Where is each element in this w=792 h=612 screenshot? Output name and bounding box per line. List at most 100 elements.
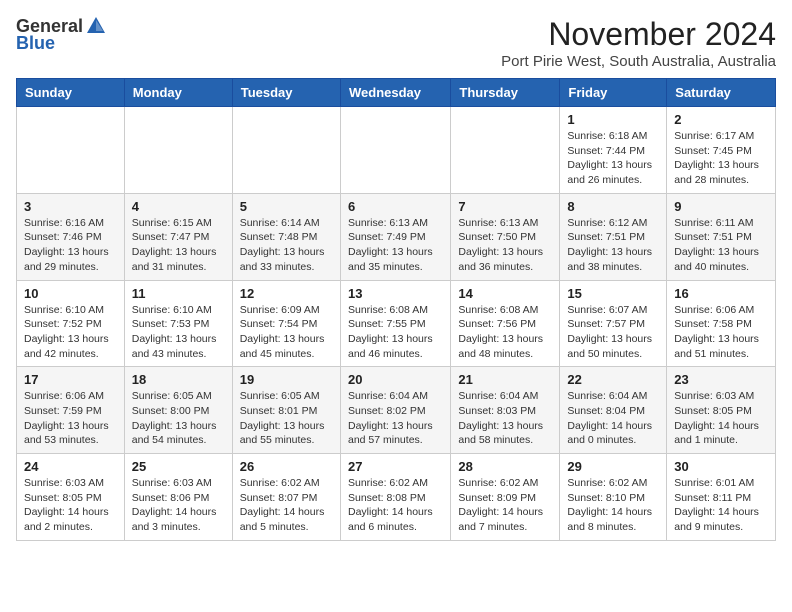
calendar-cell: 6Sunrise: 6:13 AM Sunset: 7:49 PM Daylig… [340,193,450,280]
calendar-cell: 15Sunrise: 6:07 AM Sunset: 7:57 PM Dayli… [560,280,667,367]
day-info: Sunrise: 6:18 AM Sunset: 7:44 PM Dayligh… [567,129,659,188]
calendar-cell: 28Sunrise: 6:02 AM Sunset: 8:09 PM Dayli… [451,454,560,541]
calendar-week-row: 24 Sunrise: 6:03 AM Sunset: 8:05 PM Dayli… [17,454,776,541]
calendar-cell [17,107,125,194]
day-info: Sunrise: 6:11 AM Sunset: 7:51 PM Dayligh… [674,216,768,275]
logo-icon [85,15,107,37]
day-info: Sunrise: 6:09 AM Sunset: 7:54 PM Dayligh… [240,303,333,362]
calendar-cell: 2 Sunrise: 6:17 AM Sunset: 7:45 PM Daylig… [667,107,776,194]
day-number: 4 [132,199,225,214]
weekday-header-wednesday: Wednesday [340,79,450,107]
day-number: 5 [240,199,333,214]
calendar-cell: 23 Sunrise: 6:03 AM Sunset: 8:05 PM Dayli… [667,367,776,454]
calendar-cell: 16 Sunrise: 6:06 AM Sunset: 7:58 PM Dayli… [667,280,776,367]
day-number: 26 [240,459,333,474]
day-number: 8 [567,199,659,214]
day-info: Sunrise: 6:17 AM Sunset: 7:45 PM Dayligh… [674,129,768,188]
weekday-header-row: SundayMondayTuesdayWednesdayThursdayFrid… [17,79,776,107]
day-number: 19 [240,372,333,387]
day-info: Sunrise: 6:14 AM Sunset: 7:48 PM Dayligh… [240,216,333,275]
day-info: Sunrise: 6:13 AM Sunset: 7:50 PM Dayligh… [458,216,552,275]
calendar-table: SundayMondayTuesdayWednesdayThursdayFrid… [16,78,776,541]
calendar-cell: 5 Sunrise: 6:14 AM Sunset: 7:48 PM Daylig… [232,193,340,280]
day-info: Sunrise: 6:03 AM Sunset: 8:06 PM Dayligh… [132,476,225,535]
calendar-cell [451,107,560,194]
calendar-cell: 24 Sunrise: 6:03 AM Sunset: 8:05 PM Dayli… [17,454,125,541]
month-title: November 2024 [501,16,776,53]
day-info: Sunrise: 6:05 AM Sunset: 8:00 PM Dayligh… [132,389,225,448]
day-number: 27 [348,459,443,474]
day-number: 17 [24,372,117,387]
day-number: 21 [458,372,552,387]
day-number: 22 [567,372,659,387]
day-info: Sunrise: 6:04 AM Sunset: 8:03 PM Dayligh… [458,389,552,448]
calendar-cell: 25 Sunrise: 6:03 AM Sunset: 8:06 PM Dayli… [124,454,232,541]
day-info: Sunrise: 6:03 AM Sunset: 8:05 PM Dayligh… [674,389,768,448]
calendar-cell: 20 Sunrise: 6:04 AM Sunset: 8:02 PM Dayli… [340,367,450,454]
day-info: Sunrise: 6:06 AM Sunset: 7:58 PM Dayligh… [674,303,768,362]
weekday-header-thursday: Thursday [451,79,560,107]
calendar-cell: 4Sunrise: 6:15 AM Sunset: 7:47 PM Daylig… [124,193,232,280]
day-number: 2 [674,112,768,127]
calendar-week-row: 10Sunrise: 6:10 AM Sunset: 7:52 PM Dayli… [17,280,776,367]
day-info: Sunrise: 6:06 AM Sunset: 7:59 PM Dayligh… [24,389,117,448]
logo: General Blue [16,16,107,54]
calendar-cell: 7Sunrise: 6:13 AM Sunset: 7:50 PM Daylig… [451,193,560,280]
calendar-cell: 13Sunrise: 6:08 AM Sunset: 7:55 PM Dayli… [340,280,450,367]
calendar-cell: 17 Sunrise: 6:06 AM Sunset: 7:59 PM Dayli… [17,367,125,454]
calendar-cell: 10Sunrise: 6:10 AM Sunset: 7:52 PM Dayli… [17,280,125,367]
day-info: Sunrise: 6:03 AM Sunset: 8:05 PM Dayligh… [24,476,117,535]
weekday-header-monday: Monday [124,79,232,107]
title-block: November 2024 Port Pirie West, South Aus… [501,16,776,70]
day-info: Sunrise: 6:05 AM Sunset: 8:01 PM Dayligh… [240,389,333,448]
day-info: Sunrise: 6:01 AM Sunset: 8:11 PM Dayligh… [674,476,768,535]
weekday-header-friday: Friday [560,79,667,107]
day-number: 14 [458,286,552,301]
day-info: Sunrise: 6:13 AM Sunset: 7:49 PM Dayligh… [348,216,443,275]
day-info: Sunrise: 6:12 AM Sunset: 7:51 PM Dayligh… [567,216,659,275]
weekday-header-tuesday: Tuesday [232,79,340,107]
calendar-cell: 1 Sunrise: 6:18 AM Sunset: 7:44 PM Daylig… [560,107,667,194]
weekday-header-sunday: Sunday [17,79,125,107]
day-number: 24 [24,459,117,474]
page-header: General Blue November 2024 Port Pirie We… [16,16,776,70]
day-number: 10 [24,286,117,301]
calendar-cell: 3 Sunrise: 6:16 AM Sunset: 7:46 PM Daylig… [17,193,125,280]
day-info: Sunrise: 6:04 AM Sunset: 8:02 PM Dayligh… [348,389,443,448]
day-number: 9 [674,199,768,214]
calendar-cell: 29Sunrise: 6:02 AM Sunset: 8:10 PM Dayli… [560,454,667,541]
calendar-cell [232,107,340,194]
day-number: 25 [132,459,225,474]
day-number: 11 [132,286,225,301]
day-info: Sunrise: 6:02 AM Sunset: 8:09 PM Dayligh… [458,476,552,535]
weekday-header-saturday: Saturday [667,79,776,107]
location-title: Port Pirie West, South Australia, Austra… [501,53,776,70]
day-number: 18 [132,372,225,387]
day-info: Sunrise: 6:02 AM Sunset: 8:10 PM Dayligh… [567,476,659,535]
calendar-cell: 9 Sunrise: 6:11 AM Sunset: 7:51 PM Daylig… [667,193,776,280]
calendar-cell: 14 Sunrise: 6:08 AM Sunset: 7:56 PM Dayli… [451,280,560,367]
calendar-cell: 8 Sunrise: 6:12 AM Sunset: 7:51 PM Daylig… [560,193,667,280]
day-number: 3 [24,199,117,214]
day-info: Sunrise: 6:08 AM Sunset: 7:56 PM Dayligh… [458,303,552,362]
day-number: 20 [348,372,443,387]
day-number: 15 [567,286,659,301]
calendar-cell: 12 Sunrise: 6:09 AM Sunset: 7:54 PM Dayli… [232,280,340,367]
calendar-cell: 22Sunrise: 6:04 AM Sunset: 8:04 PM Dayli… [560,367,667,454]
calendar-cell: 26 Sunrise: 6:02 AM Sunset: 8:07 PM Dayli… [232,454,340,541]
day-number: 16 [674,286,768,301]
calendar-cell: 21 Sunrise: 6:04 AM Sunset: 8:03 PM Dayli… [451,367,560,454]
day-info: Sunrise: 6:02 AM Sunset: 8:08 PM Dayligh… [348,476,443,535]
day-info: Sunrise: 6:02 AM Sunset: 8:07 PM Dayligh… [240,476,333,535]
calendar-cell: 11Sunrise: 6:10 AM Sunset: 7:53 PM Dayli… [124,280,232,367]
day-number: 23 [674,372,768,387]
calendar-cell [124,107,232,194]
calendar-cell: 30 Sunrise: 6:01 AM Sunset: 8:11 PM Dayli… [667,454,776,541]
day-number: 30 [674,459,768,474]
day-number: 1 [567,112,659,127]
day-number: 12 [240,286,333,301]
day-number: 13 [348,286,443,301]
calendar-week-row: 17 Sunrise: 6:06 AM Sunset: 7:59 PM Dayli… [17,367,776,454]
day-info: Sunrise: 6:16 AM Sunset: 7:46 PM Dayligh… [24,216,117,275]
calendar-cell: 18 Sunrise: 6:05 AM Sunset: 8:00 PM Dayli… [124,367,232,454]
